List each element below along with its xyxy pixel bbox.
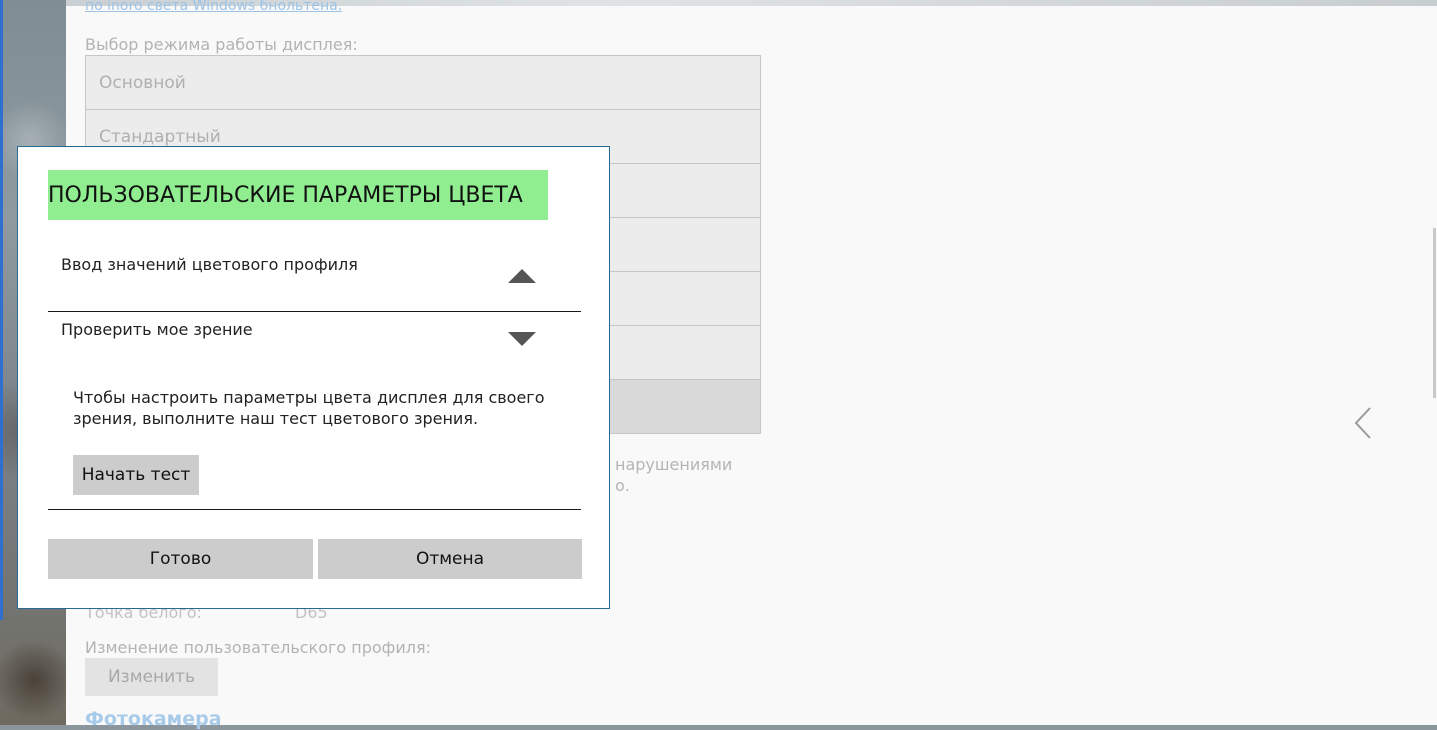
section-divider xyxy=(48,509,581,510)
chevron-up-icon[interactable] xyxy=(507,266,537,284)
section-vision-test-label: Проверить мое зрение xyxy=(61,320,253,339)
edit-profile-button[interactable]: Изменить xyxy=(85,658,218,696)
chevron-down-icon[interactable] xyxy=(507,329,537,347)
cancel-button[interactable]: Отмена xyxy=(318,539,582,579)
scrollbar[interactable] xyxy=(1433,228,1436,398)
section-color-profile-label: Ввод значений цветового профиля xyxy=(61,255,358,274)
done-button[interactable]: Готово xyxy=(48,539,313,579)
display-mode-option[interactable]: Основной xyxy=(85,55,761,110)
camera-section-heading: Фотокамера xyxy=(85,708,222,730)
display-mode-option-label: Основной xyxy=(99,73,186,93)
section-vision-test-header[interactable]: Проверить мое зрение xyxy=(48,317,581,357)
dialog-title: ПОЛЬЗОВАТЕЛЬСКИЕ ПАРАМЕТРЫ ЦВЕТА xyxy=(48,170,548,220)
display-mode-label: Выбор режима работы дисплея: xyxy=(85,35,358,54)
obscured-text-line-1: нарушениями xyxy=(615,455,733,474)
custom-color-dialog: ПОЛЬЗОВАТЕЛЬСКИЕ ПАРАМЕТРЫ ЦВЕТА Ввод зн… xyxy=(17,146,610,609)
window-edge-accent xyxy=(0,0,3,620)
start-test-button[interactable]: Начать тест xyxy=(73,455,199,495)
section-color-profile-header[interactable]: Ввод значений цветового профиля xyxy=(48,252,581,292)
obscured-text-line-2: о. xyxy=(615,476,630,495)
section-divider xyxy=(48,311,581,312)
display-mode-option-label: Стандартный xyxy=(99,127,221,147)
vision-test-description: Чтобы настроить параметры цвета дисплея … xyxy=(73,388,545,428)
info-link[interactable]: по inoro света Windows бнольтена. xyxy=(85,0,342,14)
edit-profile-label: Изменение пользовательского профиля: xyxy=(85,638,431,657)
chevron-left-icon[interactable] xyxy=(1352,406,1376,440)
